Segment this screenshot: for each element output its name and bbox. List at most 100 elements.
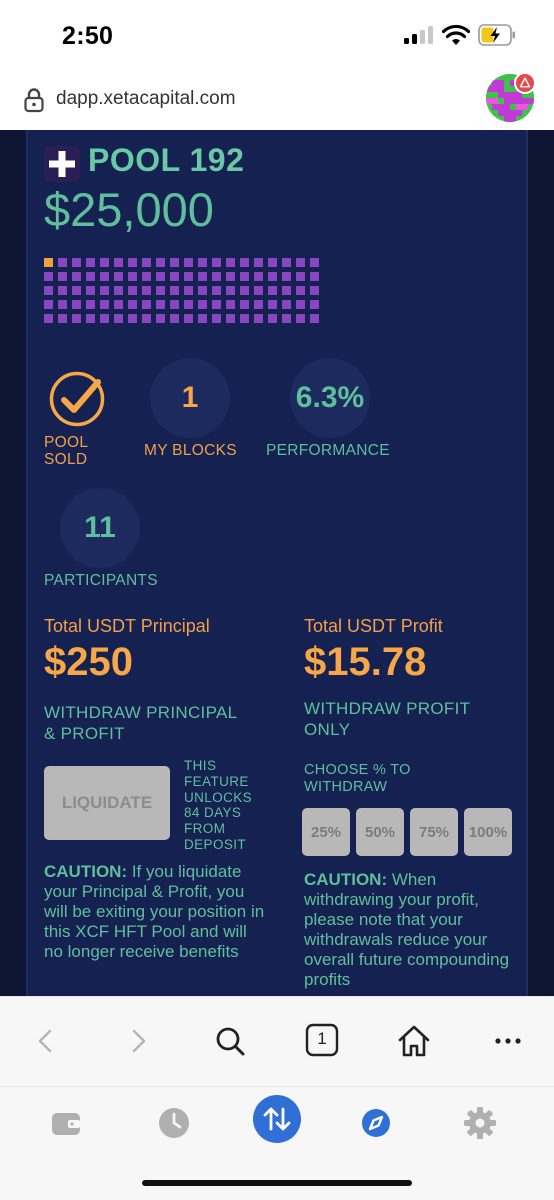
history-icon[interactable] [154, 1103, 194, 1143]
pool-block [296, 258, 305, 267]
pool-block [128, 272, 137, 281]
browser-toolbar: 1 [0, 996, 554, 1086]
pool-block [268, 258, 277, 267]
pool-block [198, 258, 207, 267]
pool-block [310, 272, 319, 281]
pool-block [212, 258, 221, 267]
pool-block [198, 314, 207, 323]
pool-block [254, 300, 263, 309]
choose-percent-line2: WITHDRAW [304, 779, 388, 795]
settings-icon[interactable] [460, 1103, 500, 1143]
my-blocks-circle: 1 [150, 358, 230, 438]
withdraw-50-button[interactable]: 50% [356, 808, 404, 856]
pool-block [170, 272, 179, 281]
pool-title: POOL 192 [88, 142, 245, 178]
choose-percent-label: CHOOSE % TO WITHDRAW [304, 762, 411, 796]
pool-block [254, 286, 263, 295]
pool-block [100, 300, 109, 309]
owned-block [44, 258, 53, 267]
home-icon[interactable] [394, 1021, 434, 1061]
pool-block [128, 286, 137, 295]
performance-circle: 6.3% [290, 358, 370, 438]
pool-block [282, 258, 291, 267]
pool-block [100, 286, 109, 295]
pool-block [156, 272, 165, 281]
home-indicator [142, 1180, 412, 1186]
pool-block [58, 314, 67, 323]
participants-label: PARTICIPANTS [44, 572, 158, 589]
unlock-note-line: THIS [184, 758, 217, 773]
pool-block [268, 314, 277, 323]
search-icon[interactable] [210, 1021, 250, 1061]
pool-block [44, 272, 53, 281]
pool-block [184, 272, 193, 281]
web-content[interactable]: POOL 192 $25,000 POOL SOLD 1 MY BLOCKS 6… [0, 130, 554, 996]
pool-sold-label-line2: SOLD [44, 451, 88, 468]
pool-block [44, 286, 53, 295]
pool-block [128, 314, 137, 323]
swap-icon [263, 1107, 291, 1131]
pool-block [310, 314, 319, 323]
principal-caution-label: CAUTION: [44, 862, 128, 881]
pool-block [268, 286, 277, 295]
performance-value: 6.3% [295, 381, 365, 414]
status-bar: 2:50 [0, 0, 554, 72]
pool-block [268, 300, 277, 309]
pool-block [226, 300, 235, 309]
swap-button[interactable] [253, 1095, 301, 1143]
withdraw-100-button[interactable]: 100% [464, 808, 512, 856]
pool-block [226, 258, 235, 267]
pool-block [184, 300, 193, 309]
pool-block [184, 286, 193, 295]
pool-block [114, 300, 123, 309]
withdraw-25-button[interactable]: 25% [302, 808, 350, 856]
pool-block [296, 300, 305, 309]
pool-block [58, 286, 67, 295]
more-icon[interactable] [488, 1021, 528, 1061]
pool-block [142, 300, 151, 309]
pool-block [100, 272, 109, 281]
liquidate-button[interactable]: LIQUIDATE [44, 766, 170, 840]
my-blocks-value: 1 [181, 381, 199, 414]
pool-block [212, 314, 221, 323]
tabs-icon[interactable]: 1 [302, 1021, 342, 1061]
pool-block [100, 258, 109, 267]
pool-block [58, 258, 67, 267]
withdraw-principal-line2: & PROFIT [44, 724, 125, 743]
withdraw-principal-label: WITHDRAW PRINCIPAL & PROFIT [44, 702, 237, 744]
pool-block [254, 314, 263, 323]
pool-block [114, 286, 123, 295]
alert-icon[interactable] [514, 72, 536, 94]
pool-block [282, 300, 291, 309]
withdraw-profit-line2: ONLY [304, 720, 351, 739]
wallet-icon[interactable] [46, 1103, 86, 1143]
choose-percent-line1: CHOOSE % TO [304, 762, 411, 778]
unlock-note-line: FROM [184, 821, 226, 837]
withdraw-75-button[interactable]: 75% [410, 808, 458, 856]
pool-block [44, 300, 53, 309]
explore-icon[interactable] [356, 1103, 396, 1143]
performance-label: PERFORMANCE [266, 442, 390, 459]
participants-circle: 11 [60, 488, 140, 568]
pool-block [268, 272, 277, 281]
pool-block [240, 314, 249, 323]
pool-block [72, 300, 81, 309]
principal-amount: $250 [44, 640, 133, 684]
pool-block [184, 258, 193, 267]
back-icon[interactable] [26, 1021, 66, 1061]
my-blocks-label: MY BLOCKS [144, 442, 237, 459]
url-text[interactable]: dapp.xetacapital.com [56, 88, 236, 110]
pool-amount: $25,000 [44, 183, 214, 236]
pool-card: POOL 192 $25,000 POOL SOLD 1 MY BLOCKS 6… [26, 130, 528, 996]
unlock-note-line: 84 DAYS [184, 805, 242, 821]
address-bar[interactable]: dapp.xetacapital.com [0, 72, 554, 130]
lock-icon [24, 88, 44, 113]
pool-block [100, 314, 109, 323]
pool-block [114, 258, 123, 267]
pool-block [282, 272, 291, 281]
pool-block [170, 314, 179, 323]
pool-block [58, 272, 67, 281]
principal-caution: CAUTION: If you liquidate your Principal… [44, 862, 270, 962]
forward-icon[interactable] [118, 1021, 158, 1061]
status-time: 2:50 [62, 22, 114, 50]
